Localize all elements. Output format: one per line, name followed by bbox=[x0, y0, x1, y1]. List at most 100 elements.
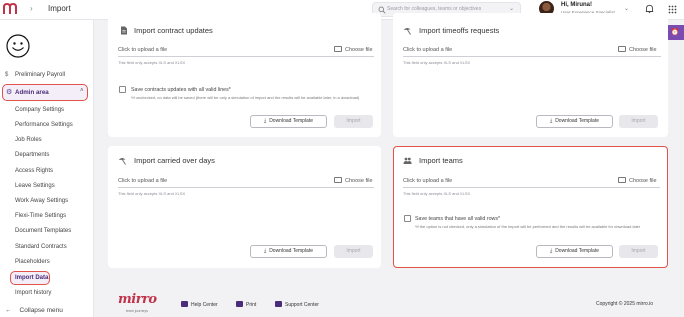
support-center-link[interactable]: Support Center bbox=[275, 301, 319, 308]
file-type-hint: This field only accepts XLS and XLSX bbox=[118, 191, 186, 196]
import-button[interactable]: Import bbox=[334, 245, 373, 258]
side-panel-icon: ⏰ bbox=[670, 29, 680, 36]
upload-field[interactable]: Click to upload a file bbox=[118, 47, 167, 53]
sidebar-item-job-roles[interactable]: Job Roles bbox=[15, 137, 42, 143]
card-title: Import carried over days bbox=[134, 156, 215, 165]
search-placeholder: Search for colleagues, teams or objectiv… bbox=[387, 6, 482, 12]
download-icon: ⤓ bbox=[263, 248, 267, 254]
save-valid-rows-checkbox[interactable] bbox=[404, 215, 411, 222]
upload-underline bbox=[118, 56, 374, 57]
checkbox-label: Save teams that have all valid rows* bbox=[415, 216, 501, 222]
sidebar-item-standard-contracts[interactable]: Standard Contracts bbox=[15, 244, 67, 250]
footer-tagline: team journeys bbox=[126, 309, 148, 313]
beach-umbrella-icon bbox=[118, 158, 126, 165]
choose-file-button[interactable]: Choose file bbox=[334, 46, 373, 53]
sidebar-item-preliminary-payroll[interactable]: Preliminary Payroll bbox=[15, 72, 65, 78]
upload-field[interactable]: Click to upload a file bbox=[403, 178, 452, 184]
print-link[interactable]: Print bbox=[236, 301, 256, 308]
sidebar-item-placeholders[interactable]: Placeholders bbox=[15, 259, 50, 265]
copyright: Copyright © 2025 mirro.io bbox=[596, 301, 654, 307]
folder-icon bbox=[618, 177, 626, 183]
beach-umbrella-icon bbox=[403, 28, 411, 35]
card-title: Import contract updates bbox=[134, 26, 213, 35]
sidebar-item-access-rights[interactable]: Access Rights bbox=[15, 168, 53, 174]
card-title: Import timeoffs requests bbox=[419, 26, 500, 35]
chevron-up-icon: ˄ bbox=[80, 88, 84, 94]
document-icon bbox=[121, 26, 127, 35]
download-template-button[interactable]: ⤓ Download Template bbox=[536, 115, 613, 128]
folder-icon bbox=[334, 46, 342, 52]
sidebar: $ Preliminary Payroll ⚙ Admin area ˄ Com… bbox=[0, 20, 94, 317]
download-label: Download Template bbox=[269, 248, 314, 254]
company-logo-smiley bbox=[6, 34, 30, 58]
choose-file-label: Choose file bbox=[345, 47, 373, 53]
checkbox-note: *if unchecked, no data will be saved (th… bbox=[131, 95, 360, 100]
download-label: Download Template bbox=[269, 118, 314, 124]
import-carried-over-card: Import carried over days Click to upload… bbox=[108, 146, 381, 268]
upload-field[interactable]: Click to upload a file bbox=[403, 47, 452, 53]
sidebar-item-company-settings[interactable]: Company Settings bbox=[15, 107, 64, 113]
collapse-menu-label: Collapse menu bbox=[19, 307, 63, 314]
import-button[interactable]: Import bbox=[334, 115, 373, 128]
import-button[interactable]: Import bbox=[619, 245, 658, 258]
download-icon: ⤓ bbox=[549, 118, 553, 124]
checkbox-note: *if the option is not checked, only a si… bbox=[415, 224, 641, 229]
choose-file-label: Choose file bbox=[629, 178, 657, 184]
user-menu-chevron-icon[interactable]: ⌄ bbox=[624, 5, 629, 12]
file-type-hint: This field only accepts XLS and XLSX bbox=[403, 191, 471, 196]
help-center-label: Help Center bbox=[191, 302, 218, 308]
import-contract-updates-card: Import contract updates Click to upload … bbox=[108, 13, 381, 137]
chevron-down-icon[interactable]: ⌄ bbox=[509, 5, 514, 12]
sidebar-item-performance-settings[interactable]: Performance Settings bbox=[15, 122, 73, 128]
footer-brand-logo[interactable]: mirro bbox=[118, 292, 157, 307]
choose-file-label: Choose file bbox=[345, 178, 373, 184]
card-title: Import teams bbox=[419, 156, 463, 165]
apps-grid-icon[interactable] bbox=[668, 5, 677, 14]
sidebar-item-work-away-settings[interactable]: Work Away Settings bbox=[15, 198, 68, 204]
import-timeoffs-card: Import timeoffs requests Click to upload… bbox=[393, 13, 668, 137]
download-label: Download Template bbox=[555, 248, 600, 254]
download-icon: ⤓ bbox=[549, 248, 553, 254]
side-panel-tab[interactable]: ⏰ bbox=[666, 25, 684, 40]
graduation-cap-icon bbox=[181, 301, 188, 307]
help-center-link[interactable]: Help Center bbox=[181, 301, 218, 308]
print-label: Print bbox=[246, 302, 257, 308]
support-center-label: Support Center bbox=[285, 302, 319, 308]
upload-underline bbox=[118, 187, 374, 188]
choose-file-button[interactable]: Choose file bbox=[618, 46, 657, 53]
upload-field[interactable]: Click to upload a file bbox=[118, 178, 167, 184]
import-button[interactable]: Import bbox=[619, 115, 658, 128]
file-type-hint: This field only accepts XLS and XLSX bbox=[403, 60, 471, 65]
download-template-button[interactable]: ⤓ Download Template bbox=[250, 115, 327, 128]
sidebar-item-leave-settings[interactable]: Leave Settings bbox=[15, 183, 55, 189]
checkbox-label: Save contracts updates with all valid li… bbox=[131, 87, 231, 93]
sidebar-item-document-templates[interactable]: Document Templates bbox=[15, 228, 71, 234]
collapse-menu-button[interactable]: ← Collapse menu bbox=[5, 307, 63, 314]
arrow-left-icon: ← bbox=[5, 307, 12, 314]
save-valid-lines-checkbox[interactable] bbox=[119, 86, 126, 93]
sidebar-item-admin-area[interactable]: ⚙ Admin area ˄ bbox=[2, 84, 88, 101]
sidebar-item-import-history[interactable]: Import history bbox=[15, 290, 51, 296]
team-icon bbox=[403, 157, 412, 164]
file-type-hint: This field only accepts XLS and XLSX bbox=[118, 60, 186, 65]
choose-file-button[interactable]: Choose file bbox=[618, 177, 657, 184]
choose-file-label: Choose file bbox=[629, 47, 657, 53]
choose-file-button[interactable]: Choose file bbox=[334, 177, 373, 184]
download-template-button[interactable]: ⤓ Download Template bbox=[250, 245, 327, 258]
import-teams-card: Import teams Click to upload a file Choo… bbox=[393, 146, 668, 268]
help-book-icon bbox=[275, 301, 282, 307]
download-template-button[interactable]: ⤓ Download Template bbox=[536, 245, 613, 258]
upload-underline bbox=[403, 56, 661, 57]
sidebar-item-departments[interactable]: Departments bbox=[15, 152, 49, 158]
download-icon: ⤓ bbox=[263, 118, 267, 124]
user-name[interactable]: Hi, Miruna! bbox=[561, 2, 592, 8]
gear-icon: ⚙ bbox=[6, 89, 13, 96]
sidebar-item-import-data[interactable]: Import Data bbox=[10, 271, 50, 285]
chevron-right-icon: › bbox=[30, 4, 33, 13]
folder-icon bbox=[618, 46, 626, 52]
sidebar-item-flexi-time-settings[interactable]: Flexi-Time Settings bbox=[15, 213, 66, 219]
mirro-logo-icon[interactable] bbox=[3, 3, 17, 15]
breadcrumb: Import bbox=[48, 4, 71, 13]
upload-underline bbox=[403, 187, 660, 188]
sidebar-item-label: Import Data bbox=[15, 275, 49, 281]
